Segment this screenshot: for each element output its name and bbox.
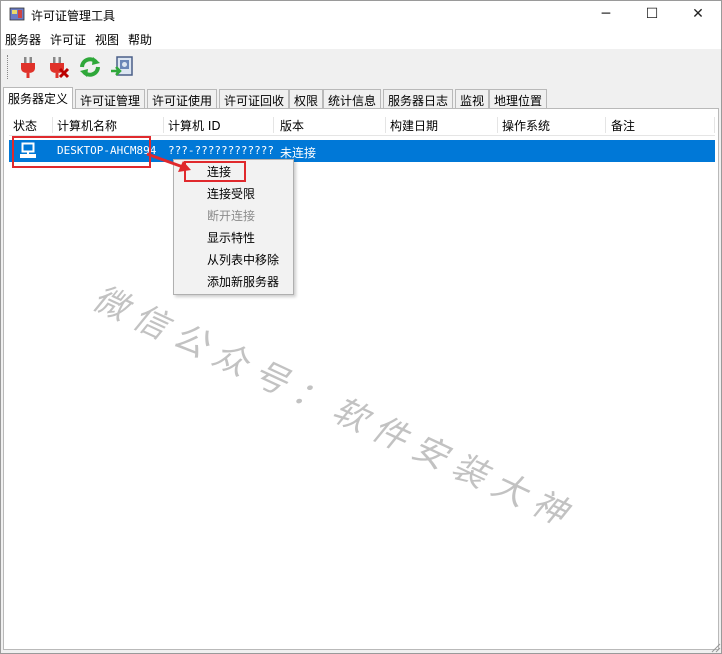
column-computer-name[interactable]: 计算机名称 [57,117,164,133]
tab-license-management[interactable]: 许可证管理 [75,89,146,108]
highlight-box-connect [184,161,246,182]
export-button[interactable] [109,54,135,80]
refresh-button[interactable] [77,54,103,80]
window-title: 许可证管理工具 [31,9,116,23]
tab-server-definition[interactable]: 服务器定义 [3,87,74,109]
server-list[interactable]: 状态 计算机名称 计算机 ID 版本 构建日期 操作系统 备注 DESKTOP-… [9,114,715,644]
column-version[interactable]: 版本 [280,117,386,133]
connect-plug-icon [21,57,35,78]
tab-permissions[interactable]: 权限 [289,89,324,108]
menu-license[interactable]: 许可证 [50,31,86,48]
app-icon [9,7,25,21]
toolbar-grip[interactable] [7,55,10,79]
menu-view[interactable]: 视图 [95,31,119,48]
toolbar [1,49,721,85]
tab-server-log[interactable]: 服务器日志 [383,89,454,108]
title-bar: 许可证管理工具 ─ ☐ ✕ [1,1,721,29]
close-icon: ✕ [692,6,704,22]
highlight-box-server [12,136,151,168]
minimize-button[interactable]: ─ [583,1,629,29]
menu-bar: 服务器 许可证 视图 帮助 [1,29,721,49]
menu-server[interactable]: 服务器 [5,31,41,48]
column-computer-id[interactable]: 计算机 ID [168,117,274,133]
close-button[interactable]: ✕ [675,1,721,29]
app-window: 许可证管理工具 ─ ☐ ✕ 服务器 许可证 视图 帮助 服务器定义 许可证管理 … [0,0,722,654]
tab-statistics[interactable]: 统计信息 [323,89,382,108]
tab-panel: 状态 计算机名称 计算机 ID 版本 构建日期 操作系统 备注 DESKTOP-… [3,108,719,650]
resize-grip-icon[interactable] [709,641,721,653]
maximize-button[interactable]: ☐ [629,1,675,29]
tab-geolocation[interactable]: 地理位置 [489,89,548,108]
column-notes[interactable]: 备注 [611,117,715,133]
tab-license-recovery[interactable]: 许可证回收 [219,89,290,108]
maximize-icon: ☐ [645,6,659,22]
export-icon [111,56,133,76]
tab-strip: 服务器定义 许可证管理 许可证使用 许可证回收 权限 统计信息 服务器日志 监视… [3,87,721,109]
cell-version: 未连接 [280,146,317,160]
column-build-date[interactable]: 构建日期 [390,117,498,133]
column-os[interactable]: 操作系统 [502,117,606,133]
connect-button[interactable] [15,54,41,80]
menu-item-add-server[interactable]: 添加新服务器 [175,271,292,293]
disconnect-plug-icon [50,57,70,79]
tab-monitor[interactable]: 监视 [455,89,490,108]
refresh-icon [80,57,100,77]
list-header: 状态 计算机名称 计算机 ID 版本 构建日期 操作系统 备注 [9,114,715,136]
menu-item-disconnect[interactable]: 断开连接 [175,205,292,227]
menu-item-show-properties[interactable]: 显示特性 [175,227,292,249]
menu-help[interactable]: 帮助 [128,31,152,48]
menu-item-remove-from-list[interactable]: 从列表中移除 [175,249,292,271]
menu-item-connect-limited[interactable]: 连接受限 [175,183,292,205]
minimize-icon: ─ [601,6,611,22]
disconnect-button[interactable] [45,54,71,80]
column-status[interactable]: 状态 [13,117,53,133]
tab-license-usage[interactable]: 许可证使用 [147,89,218,108]
